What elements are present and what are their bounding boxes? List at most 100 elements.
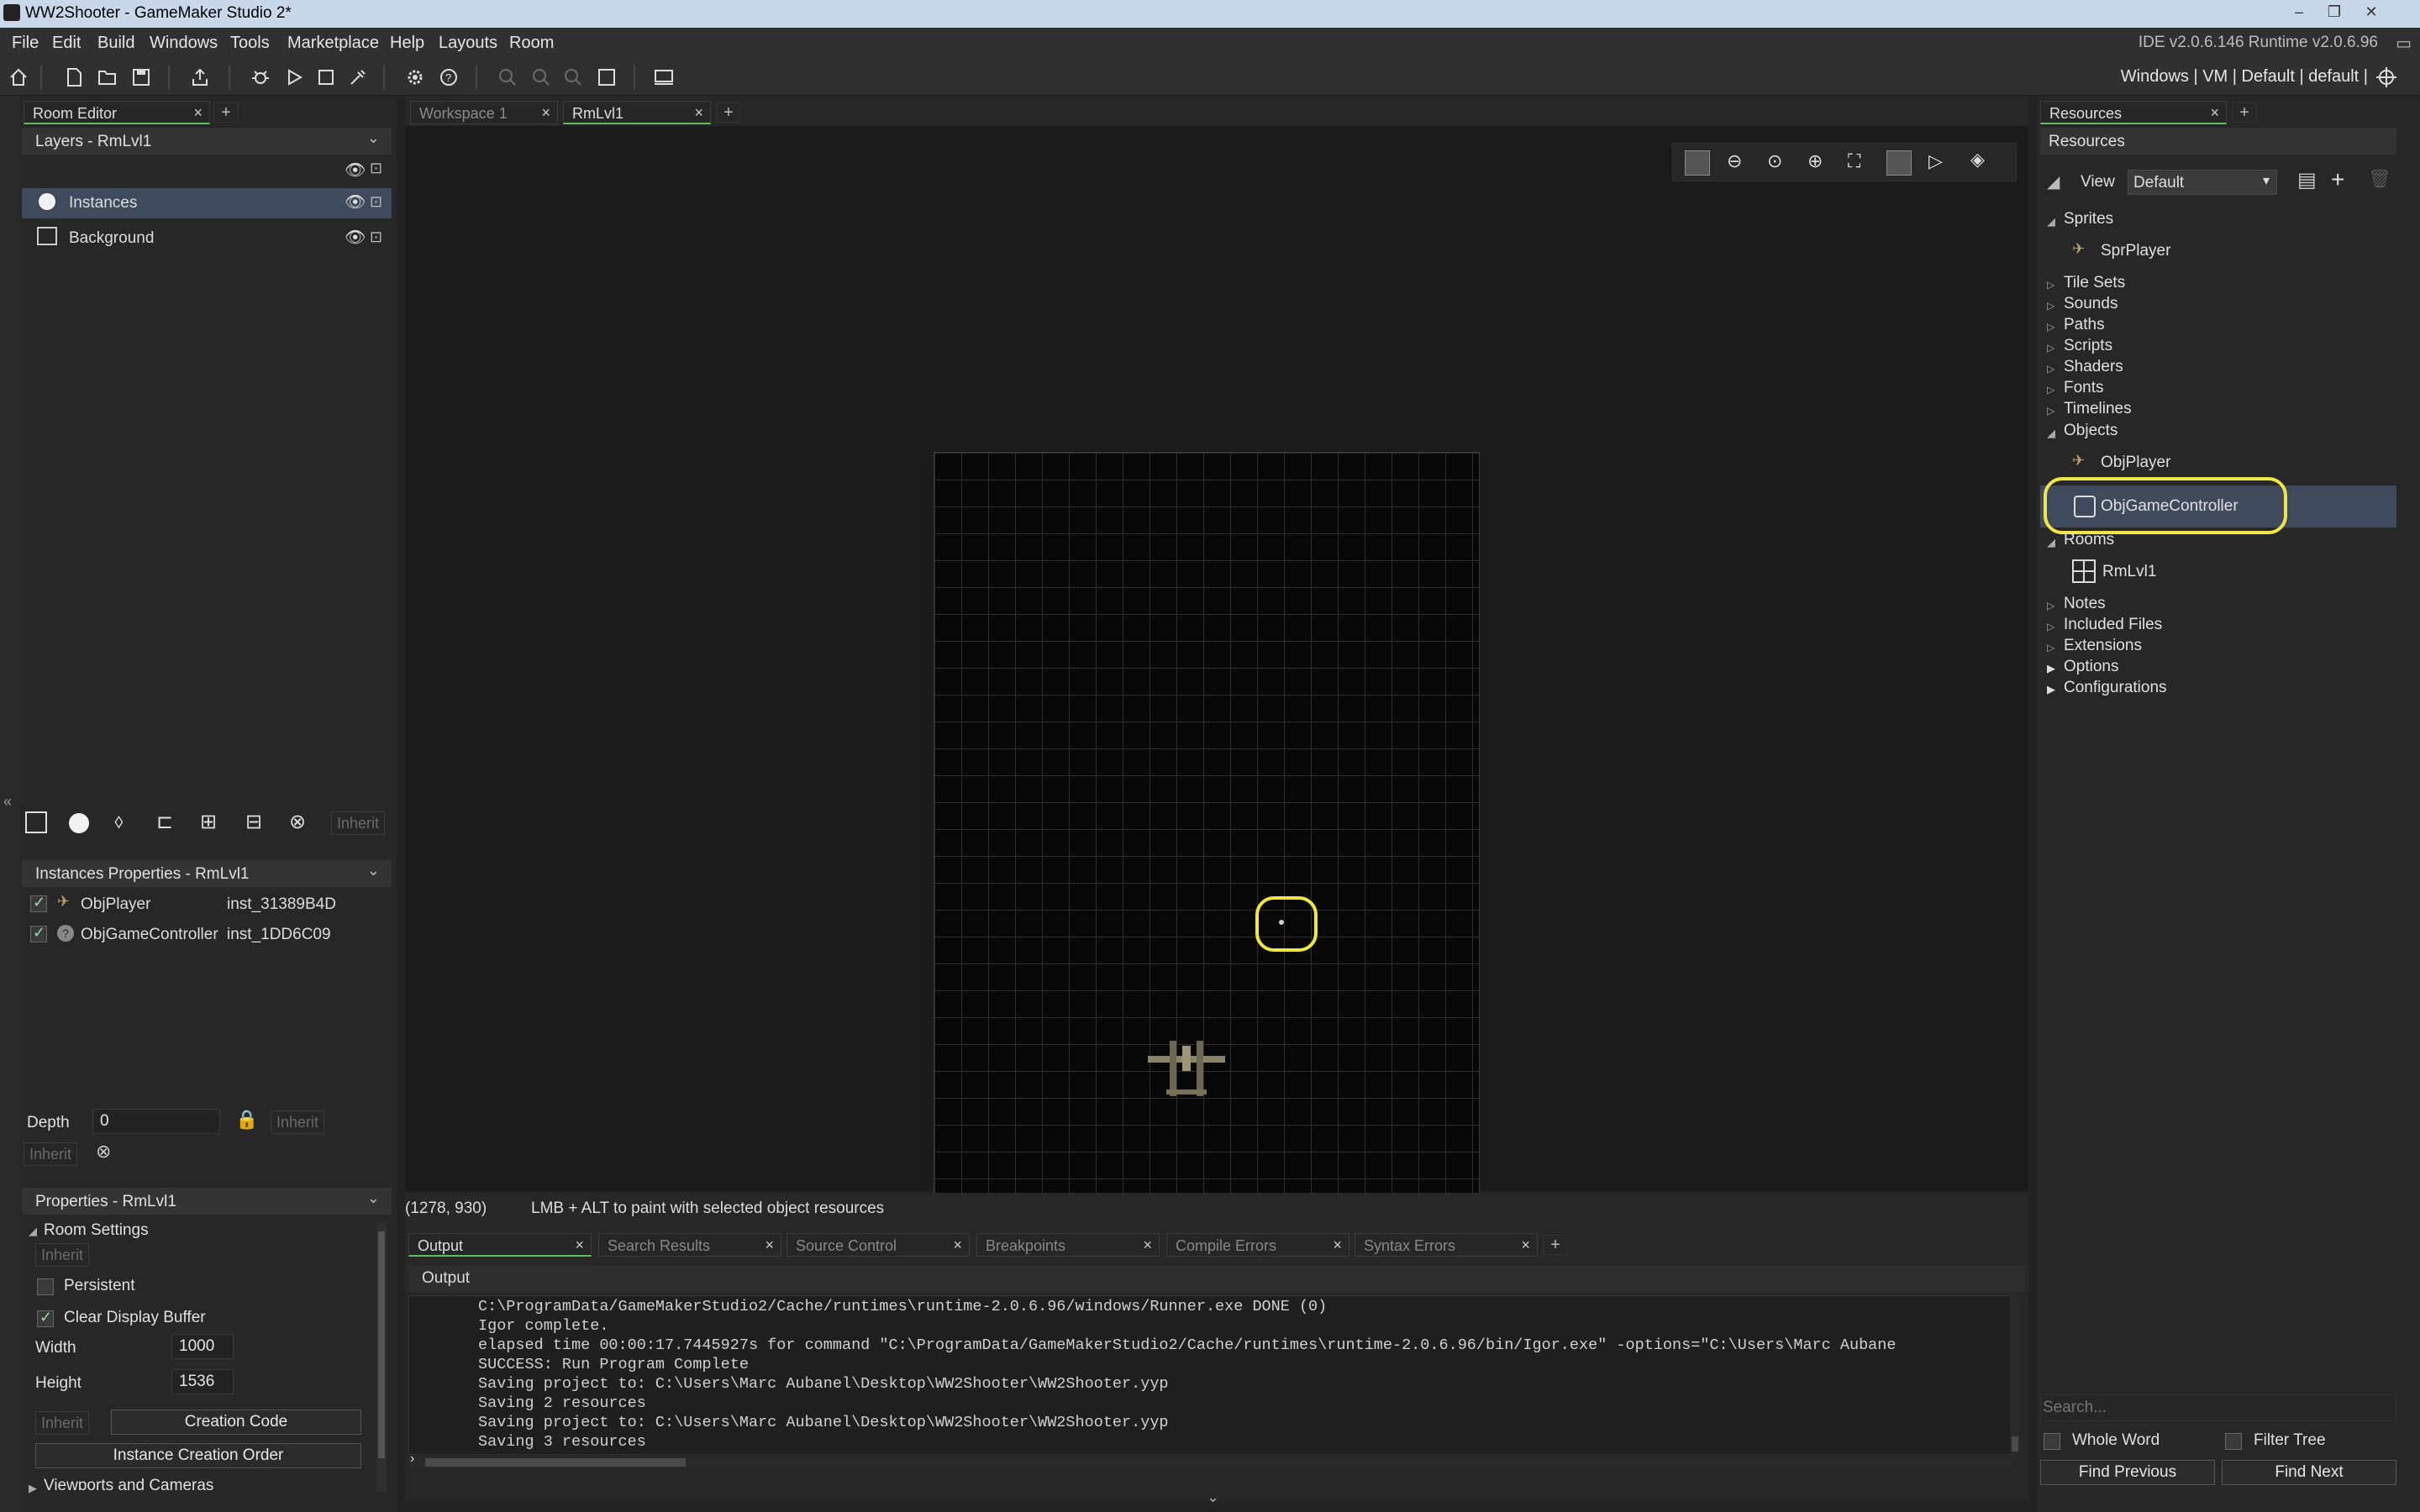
viewports-label[interactable]: Viewports and Cameras bbox=[44, 1477, 213, 1490]
menu-windows[interactable]: Windows bbox=[150, 34, 218, 53]
find-previous-button[interactable]: Find Previous bbox=[2040, 1460, 2215, 1485]
category-included-files[interactable]: Included Files bbox=[2064, 616, 2162, 634]
layer-inherit-button[interactable]: Inherit bbox=[331, 811, 386, 835]
room-inherit-button[interactable]: Inherit bbox=[35, 1243, 90, 1267]
save-icon[interactable] bbox=[128, 64, 155, 91]
chevron-down-icon[interactable]: ⌄ bbox=[367, 862, 380, 879]
collapsed-triangle-icon[interactable]: ▷ bbox=[2047, 279, 2054, 291]
collapse-all-icon[interactable]: ◢ bbox=[2047, 171, 2060, 192]
menu-build[interactable]: Build bbox=[97, 34, 134, 53]
zoom-reset-icon[interactable] bbox=[528, 64, 555, 91]
run-icon[interactable] bbox=[281, 64, 308, 91]
zoom-in-icon[interactable]: ⊕ bbox=[1807, 150, 1823, 172]
configurations-triangle-icon[interactable]: ▶ bbox=[2047, 683, 2055, 696]
tab-breakpoints[interactable]: Breakpoints × bbox=[976, 1233, 1160, 1257]
collapse-left-icon[interactable]: « bbox=[3, 793, 12, 811]
lock-icon[interactable]: ⊡ bbox=[370, 160, 382, 177]
resource-rmlvl1[interactable]: RmLvl1 bbox=[2102, 563, 2156, 581]
close-icon[interactable]: × bbox=[765, 1236, 774, 1254]
output-vscrollbar[interactable] bbox=[2010, 1295, 2020, 1455]
play-icon[interactable]: ▷ bbox=[1928, 150, 1943, 172]
depth-input[interactable]: 0 bbox=[92, 1109, 220, 1134]
persistent-checkbox[interactable] bbox=[37, 1278, 54, 1295]
collapsed-triangle-icon[interactable]: ▷ bbox=[2047, 363, 2054, 375]
collapsed-triangle-icon[interactable]: ▷ bbox=[2047, 405, 2054, 417]
tab-resources[interactable]: Resources × bbox=[2040, 101, 2227, 124]
lock-icon[interactable]: ⊡ bbox=[370, 228, 382, 246]
add-background-layer-icon[interactable] bbox=[25, 811, 47, 833]
options-triangle-icon[interactable]: ▶ bbox=[2047, 662, 2055, 675]
instance-row[interactable]: ✈ ObjPlayer inst_31389B4D bbox=[22, 890, 392, 921]
find-next-button[interactable]: Find Next bbox=[2222, 1460, 2396, 1485]
clean-icon[interactable] bbox=[345, 64, 371, 91]
output-log[interactable]: C:\ProgramData/GameMakerStudio2/Cache/ru… bbox=[408, 1295, 2013, 1455]
close-icon[interactable]: × bbox=[541, 104, 550, 122]
collapsed-triangle-icon[interactable]: ▷ bbox=[2047, 384, 2054, 396]
category-tile-sets[interactable]: Tile Sets bbox=[2064, 274, 2125, 292]
lock-icon[interactable]: ⊡ bbox=[370, 193, 382, 211]
tab-room-editor[interactable]: Room Editor × bbox=[24, 101, 210, 124]
tab-compile-errors[interactable]: Compile Errors × bbox=[1166, 1233, 1349, 1257]
height-input[interactable]: 1536 bbox=[171, 1369, 234, 1394]
output-hscrollbar[interactable] bbox=[408, 1457, 2013, 1468]
home-icon[interactable] bbox=[5, 64, 32, 91]
resource-sprplayer[interactable]: SprPlayer bbox=[2101, 242, 2170, 260]
close-icon[interactable]: × bbox=[193, 104, 203, 122]
instance-creation-order-button[interactable]: Instance Creation Order bbox=[35, 1443, 361, 1468]
add-tab-button[interactable]: + bbox=[2232, 102, 2257, 123]
resource-search-input[interactable] bbox=[2040, 1394, 2396, 1421]
instance-row[interactable]: ? ObjGameController inst_1DD6C09 bbox=[22, 921, 392, 951]
add-tile-layer-icon[interactable]: ⬨ bbox=[114, 810, 124, 833]
layer-row-instances[interactable]: Instances 👁 ⊡ bbox=[22, 188, 392, 218]
close-icon[interactable]: × bbox=[2210, 104, 2219, 122]
tab-search-results[interactable]: Search Results × bbox=[598, 1233, 781, 1257]
category-sprites[interactable]: Sprites bbox=[2064, 210, 2113, 228]
add-tab-button[interactable]: + bbox=[1543, 1235, 1568, 1255]
menu-layouts[interactable]: Layouts bbox=[439, 34, 497, 53]
open-project-icon[interactable] bbox=[94, 64, 121, 91]
layer-inherit-button-2[interactable]: Inherit bbox=[24, 1142, 78, 1166]
zoom-out-icon[interactable] bbox=[494, 64, 521, 91]
collapsed-triangle-icon[interactable]: ▷ bbox=[2047, 300, 2054, 312]
add-instance-layer-icon[interactable] bbox=[69, 813, 89, 833]
properties-header[interactable]: Properties - RmLvl1 ⌄ bbox=[22, 1188, 392, 1215]
depth-inherit-button[interactable]: Inherit bbox=[271, 1110, 325, 1134]
tab-source-control[interactable]: Source Control × bbox=[786, 1233, 970, 1257]
chevron-down-icon[interactable]: ⌄ bbox=[367, 129, 380, 147]
menu-edit[interactable]: Edit bbox=[52, 34, 81, 53]
collapsed-triangle-icon[interactable]: ▷ bbox=[2047, 642, 2054, 654]
left-collapse-gutter[interactable]: « bbox=[0, 96, 20, 1512]
width-input[interactable]: 1000 bbox=[171, 1334, 234, 1359]
grid-toggle-icon[interactable] bbox=[1685, 150, 1710, 176]
target-settings-icon[interactable] bbox=[2373, 64, 2400, 91]
menu-file[interactable]: File bbox=[12, 34, 39, 53]
close-icon[interactable]: × bbox=[694, 104, 703, 122]
new-project-icon[interactable] bbox=[60, 64, 87, 91]
layers-header[interactable]: Layers - RmLvl1 ⌄ bbox=[22, 128, 392, 155]
collapsed-triangle-icon[interactable]: ▷ bbox=[2047, 321, 2054, 333]
workspace-icon[interactable] bbox=[593, 64, 620, 91]
category-paths[interactable]: Paths bbox=[2064, 316, 2105, 334]
delete-layer-icon[interactable]: ⊗ bbox=[289, 810, 306, 834]
debug-icon[interactable] bbox=[247, 64, 274, 91]
minimize-button[interactable]: – bbox=[2286, 2, 2312, 22]
close-icon[interactable]: × bbox=[1143, 1236, 1152, 1254]
clear-icon[interactable]: ⊗ bbox=[96, 1141, 111, 1163]
add-tab-button[interactable]: + bbox=[716, 102, 741, 123]
category-options[interactable]: Options bbox=[2064, 658, 2118, 676]
frame-view-icon[interactable] bbox=[1886, 150, 1912, 176]
properties-scrollbar[interactable] bbox=[376, 1223, 387, 1492]
expanded-triangle-icon[interactable]: ◢ bbox=[2047, 427, 2055, 440]
export-icon[interactable] bbox=[187, 64, 213, 91]
filter-tree-checkbox[interactable] bbox=[2225, 1433, 2242, 1450]
category-extensions[interactable]: Extensions bbox=[2064, 637, 2142, 655]
menu-tools[interactable]: Tools bbox=[230, 34, 270, 53]
maximize-button[interactable]: ❐ bbox=[2321, 2, 2348, 22]
zoom-in-icon[interactable] bbox=[560, 64, 587, 91]
zoom-out-icon[interactable]: ⊖ bbox=[1727, 150, 1742, 172]
tab-workspace-1[interactable]: Workspace 1 × bbox=[410, 101, 558, 124]
target-config[interactable]: Windows | VM | Default | default | bbox=[2121, 67, 2368, 87]
category-fonts[interactable]: Fonts bbox=[2064, 379, 2104, 397]
tab-output[interactable]: Output × bbox=[408, 1233, 592, 1257]
category-objects[interactable]: Objects bbox=[2064, 422, 2118, 440]
